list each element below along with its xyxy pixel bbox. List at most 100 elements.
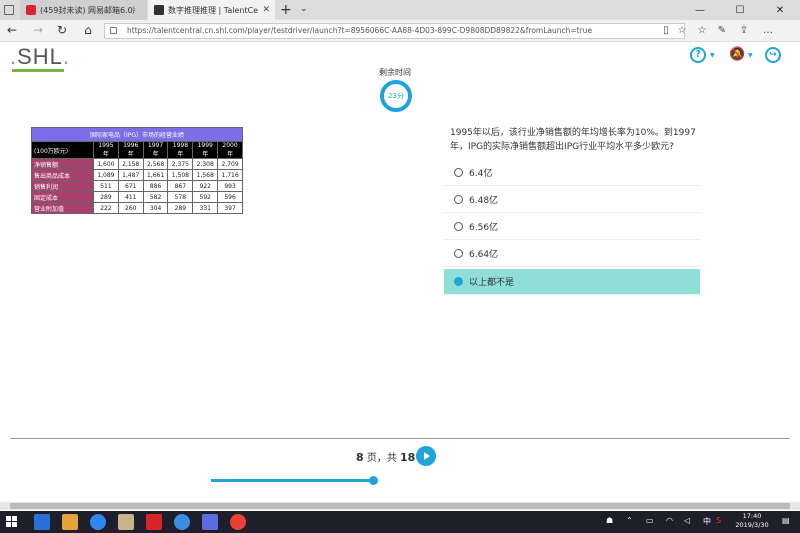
year-header: 2000 年 bbox=[217, 141, 243, 159]
sogou-ime-icon[interactable]: S bbox=[716, 516, 721, 525]
radio-button[interactable] bbox=[454, 222, 463, 231]
store-icon[interactable] bbox=[62, 514, 78, 530]
help-icon[interactable]: ? bbox=[690, 47, 706, 63]
logout-icon[interactable]: ↪ bbox=[765, 47, 781, 63]
table-cell: 922 bbox=[192, 180, 219, 192]
reading-view-icon[interactable]: ▯ bbox=[660, 25, 672, 37]
radio-button[interactable] bbox=[454, 249, 463, 258]
answer-option[interactable]: 6.56亿 bbox=[444, 214, 700, 240]
timer-label: 剩余时间 bbox=[379, 68, 411, 77]
tab-menu-chevron-icon[interactable]: ⌄ bbox=[300, 4, 308, 14]
mute-icon[interactable]: 🔕 bbox=[729, 47, 745, 63]
network-icon[interactable]: ◠ bbox=[666, 516, 673, 525]
notification-icon[interactable]: ▤ bbox=[782, 516, 790, 525]
radio-button-checked[interactable] bbox=[454, 277, 463, 286]
home-icon[interactable]: ⌂ bbox=[80, 23, 96, 37]
table-cell: 2,158 bbox=[117, 158, 144, 170]
row-label: 净销售额 bbox=[31, 158, 94, 170]
maximize-icon[interactable]: ☐ bbox=[720, 0, 760, 20]
pen-icon[interactable]: ✎ bbox=[716, 25, 728, 37]
table-cell: 1,487 bbox=[117, 169, 144, 181]
share-icon[interactable]: ⇪ bbox=[738, 25, 750, 37]
help-chevron-down-icon[interactable]: ▼ bbox=[710, 52, 715, 59]
system-clock[interactable]: 17:40 2019/3/30 bbox=[730, 512, 774, 530]
task-view-icon[interactable] bbox=[34, 514, 50, 530]
radio-button[interactable] bbox=[454, 195, 463, 204]
pdf-app-icon[interactable] bbox=[146, 514, 162, 530]
data-table: 国际家电品（IPG）市场的经营业绩 (100万欧元) 1995 年 1996 年… bbox=[31, 127, 243, 214]
url-field[interactable]: https://talentcentral.cn.shl.com/player/… bbox=[104, 23, 685, 39]
question-text: 1995年以后，该行业净销售额的年均增长率为10%。到1997年，IPG的实际净… bbox=[450, 128, 696, 152]
table-row: 销售利润 511 671 886 867 922 993 bbox=[31, 180, 243, 192]
mail-app-icon[interactable] bbox=[202, 514, 218, 530]
table-row: 营业附加值 222 260 304 289 331 397 bbox=[31, 202, 243, 214]
edge-browser-icon[interactable] bbox=[174, 514, 190, 530]
table-cell: 511 bbox=[93, 180, 119, 192]
answer-option[interactable]: 6.64亿 bbox=[444, 241, 700, 267]
table-cell: 2,709 bbox=[217, 158, 243, 170]
logo-underline bbox=[12, 69, 64, 72]
table-cell: 260 bbox=[117, 202, 144, 214]
chrome-icon[interactable] bbox=[230, 514, 246, 530]
table-cell: 1,508 bbox=[167, 169, 194, 181]
volume-icon[interactable]: ◁ bbox=[684, 516, 690, 525]
sound-chevron-down-icon[interactable]: ▼ bbox=[748, 52, 753, 59]
ime-indicator[interactable]: 中 bbox=[703, 516, 711, 527]
answer-option-selected[interactable]: 以上都不是 bbox=[444, 269, 700, 295]
more-icon[interactable]: … bbox=[762, 25, 774, 37]
year-header: 1999 年 bbox=[192, 141, 219, 159]
year-header: 1995 年 bbox=[93, 141, 119, 159]
new-tab-icon[interactable]: + bbox=[280, 2, 292, 18]
tab-title: 数字推理推理 | TalentCe bbox=[168, 5, 259, 15]
table-cell: 1,568 bbox=[192, 169, 219, 181]
browser-tab-bar: (459封未读) 网易邮箱6.0版 数字推理推理 | TalentCe ✕ + … bbox=[0, 0, 800, 20]
minimize-icon[interactable]: — bbox=[680, 0, 720, 20]
mail-favicon-icon bbox=[26, 5, 36, 15]
shl-logo: .SHL. bbox=[10, 44, 71, 69]
close-tab-icon[interactable]: ✕ bbox=[262, 5, 270, 15]
answer-option[interactable]: 6.48亿 bbox=[444, 187, 700, 213]
progress-knob bbox=[369, 476, 378, 485]
forward-icon[interactable]: → bbox=[30, 23, 46, 37]
table-cell: 411 bbox=[117, 191, 144, 203]
table-cell: 331 bbox=[192, 202, 219, 214]
battery-icon[interactable]: ▭ bbox=[646, 516, 654, 525]
windows-start-icon[interactable] bbox=[6, 516, 18, 528]
year-header: 1996 年 bbox=[117, 141, 144, 159]
refresh-icon[interactable]: ↻ bbox=[54, 23, 70, 37]
file-explorer-icon[interactable] bbox=[118, 514, 134, 530]
table-cell: 397 bbox=[217, 202, 243, 214]
tab-overview-icon[interactable] bbox=[4, 5, 14, 15]
table-cell: 2,308 bbox=[192, 158, 219, 170]
radio-button[interactable] bbox=[454, 168, 463, 177]
table-row: 固定成本 289 411 582 578 592 596 bbox=[31, 191, 243, 203]
option-label: 6.4亿 bbox=[469, 169, 493, 179]
tray-chevron-up-icon[interactable]: ⌃ bbox=[626, 516, 633, 525]
row-label: 售出商品成本 bbox=[31, 169, 94, 181]
favorite-star-icon[interactable]: ☆ bbox=[676, 25, 688, 37]
tab-mail[interactable]: (459封未读) 网易邮箱6.0版 bbox=[20, 0, 147, 20]
row-label: 营业附加值 bbox=[31, 202, 94, 214]
tab-test[interactable]: 数字推理推理 | TalentCe ✕ bbox=[148, 0, 275, 20]
close-window-icon[interactable]: ✕ bbox=[760, 0, 800, 20]
table-cell: 596 bbox=[217, 191, 243, 203]
answer-option[interactable]: 6.4亿 bbox=[444, 160, 700, 186]
app-k-icon[interactable] bbox=[90, 514, 106, 530]
table-cell: 886 bbox=[142, 180, 169, 192]
row-label: 销售利润 bbox=[31, 180, 94, 192]
favorites-hub-icon[interactable]: ☆ bbox=[696, 25, 708, 37]
page-separator: 页，共 bbox=[366, 453, 397, 464]
page-indicator: 8 页，共 18 bbox=[356, 449, 415, 464]
table-cell: 222 bbox=[93, 202, 119, 214]
next-button[interactable] bbox=[416, 446, 436, 466]
address-bar-row: ← → ↻ ⌂ https://talentcentral.cn.shl.com… bbox=[0, 20, 800, 42]
table-cell: 1,661 bbox=[142, 169, 169, 181]
year-header: 1998 年 bbox=[167, 141, 194, 159]
tab-title: (459封未读) 网易邮箱6.0版 bbox=[40, 5, 135, 15]
table-header-row: (100万欧元) 1995 年 1996 年 1997 年 1998 年 199… bbox=[31, 141, 243, 159]
back-icon[interactable]: ← bbox=[4, 23, 20, 37]
people-icon[interactable]: ☗ bbox=[606, 516, 613, 525]
table-cell: 2,568 bbox=[142, 158, 169, 170]
table-cell: 304 bbox=[142, 202, 169, 214]
scrollbar-thumb[interactable] bbox=[10, 503, 790, 509]
